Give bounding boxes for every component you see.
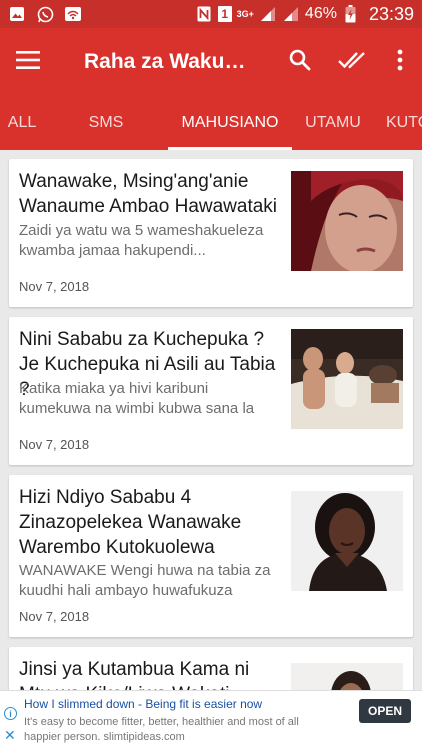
article-card[interactable]: Jinsi ya Kutambua Kama ni Mtu wa Kike/Li… (9, 647, 413, 690)
battery-charging-icon (342, 5, 360, 23)
tab-sms[interactable]: SMS (44, 96, 168, 150)
article-card[interactable]: Nini Sababu za Kuchepuka ? Je Kuchepuka … (9, 317, 413, 465)
signal-strength-2-icon (282, 5, 300, 23)
nfc-icon (195, 5, 213, 23)
couple-in-bed-photo-icon (291, 329, 403, 429)
article-excerpt: WANAWAKE Wengi huwa na tabia za kuudhi h… (19, 562, 271, 599)
article-card[interactable]: Hizi Ndiyo Sababu 4 Zinazopelekea Wanawa… (9, 475, 413, 637)
status-bar: 1 3G+ 46% 23:39 (0, 0, 422, 28)
info-icon[interactable]: i (4, 707, 17, 720)
menu-button[interactable] (0, 34, 56, 90)
more-vert-icon (397, 49, 403, 76)
app-bar: Raha za Wakubwa (0, 28, 422, 96)
category-tabs: ALL SMS MAHUSIANO UTAMU KUTONGOZA (0, 96, 422, 150)
double-check-icon (338, 50, 366, 75)
signal-strength-icon (259, 5, 277, 23)
woman-crying-photo-icon (291, 171, 403, 271)
tab-utamu[interactable]: UTAMU (292, 96, 374, 150)
ad-body: It's easy to become fitter, better, heal… (24, 716, 299, 743)
wifi-hotspot-notification-icon (64, 5, 82, 23)
mark-all-read-button[interactable] (326, 34, 378, 90)
article-title: Hizi Ndiyo Sababu 4 Zinazopelekea Wanawa… (19, 487, 242, 558)
article-date: Nov 7, 2018 (19, 609, 90, 624)
article-title: Jinsi ya Kutambua Kama ni Mtu wa Kike/Li… (19, 659, 250, 690)
whatsapp-notification-icon (36, 5, 54, 23)
article-date: Nov 7, 2018 (19, 279, 90, 294)
gallery-notification-icon (8, 5, 26, 23)
ad-banner[interactable]: i ✕ How I slimmed down - Being fit is ea… (0, 690, 422, 750)
article-title: Wanawake, Msing'ang'anie Wanaume Ambao H… (19, 171, 278, 217)
hamburger-icon (16, 50, 40, 74)
sim-slot-badge: 1 (217, 6, 232, 22)
tab-all[interactable]: ALL (0, 96, 44, 150)
app-title: Raha za Wakubwa (84, 50, 256, 73)
battery-percent: 46% (304, 5, 337, 22)
network-type-label: 3G+ (236, 8, 254, 19)
article-excerpt: Zaidi ya watu wa 5 wameshakueleza kwamba… (19, 222, 264, 259)
article-date: Nov 7, 2018 (19, 437, 90, 452)
article-excerpt: Katika miaka ya hivi karibuni kumekuwa n… (19, 380, 255, 417)
article-card[interactable]: Wanawake, Msing'ang'anie Wanaume Ambao H… (9, 159, 413, 307)
tab-kutongoza[interactable]: KUTONGOZA (374, 96, 422, 150)
article-list[interactable]: Wanawake, Msing'ang'anie Wanaume Ambao H… (0, 150, 422, 690)
search-icon (289, 49, 311, 76)
search-button[interactable] (274, 34, 326, 90)
woman-portrait-photo-icon (291, 491, 403, 591)
overflow-menu-button[interactable] (378, 34, 422, 90)
close-icon[interactable]: ✕ (4, 727, 16, 744)
woman-photo-icon (291, 663, 403, 690)
ad-title[interactable]: How I slimmed down - Being fit is easier… (24, 697, 262, 711)
tab-mahusiano[interactable]: MAHUSIANO (168, 96, 292, 150)
ad-open-button[interactable]: OPEN (359, 699, 411, 723)
clock: 23:39 (368, 3, 414, 24)
